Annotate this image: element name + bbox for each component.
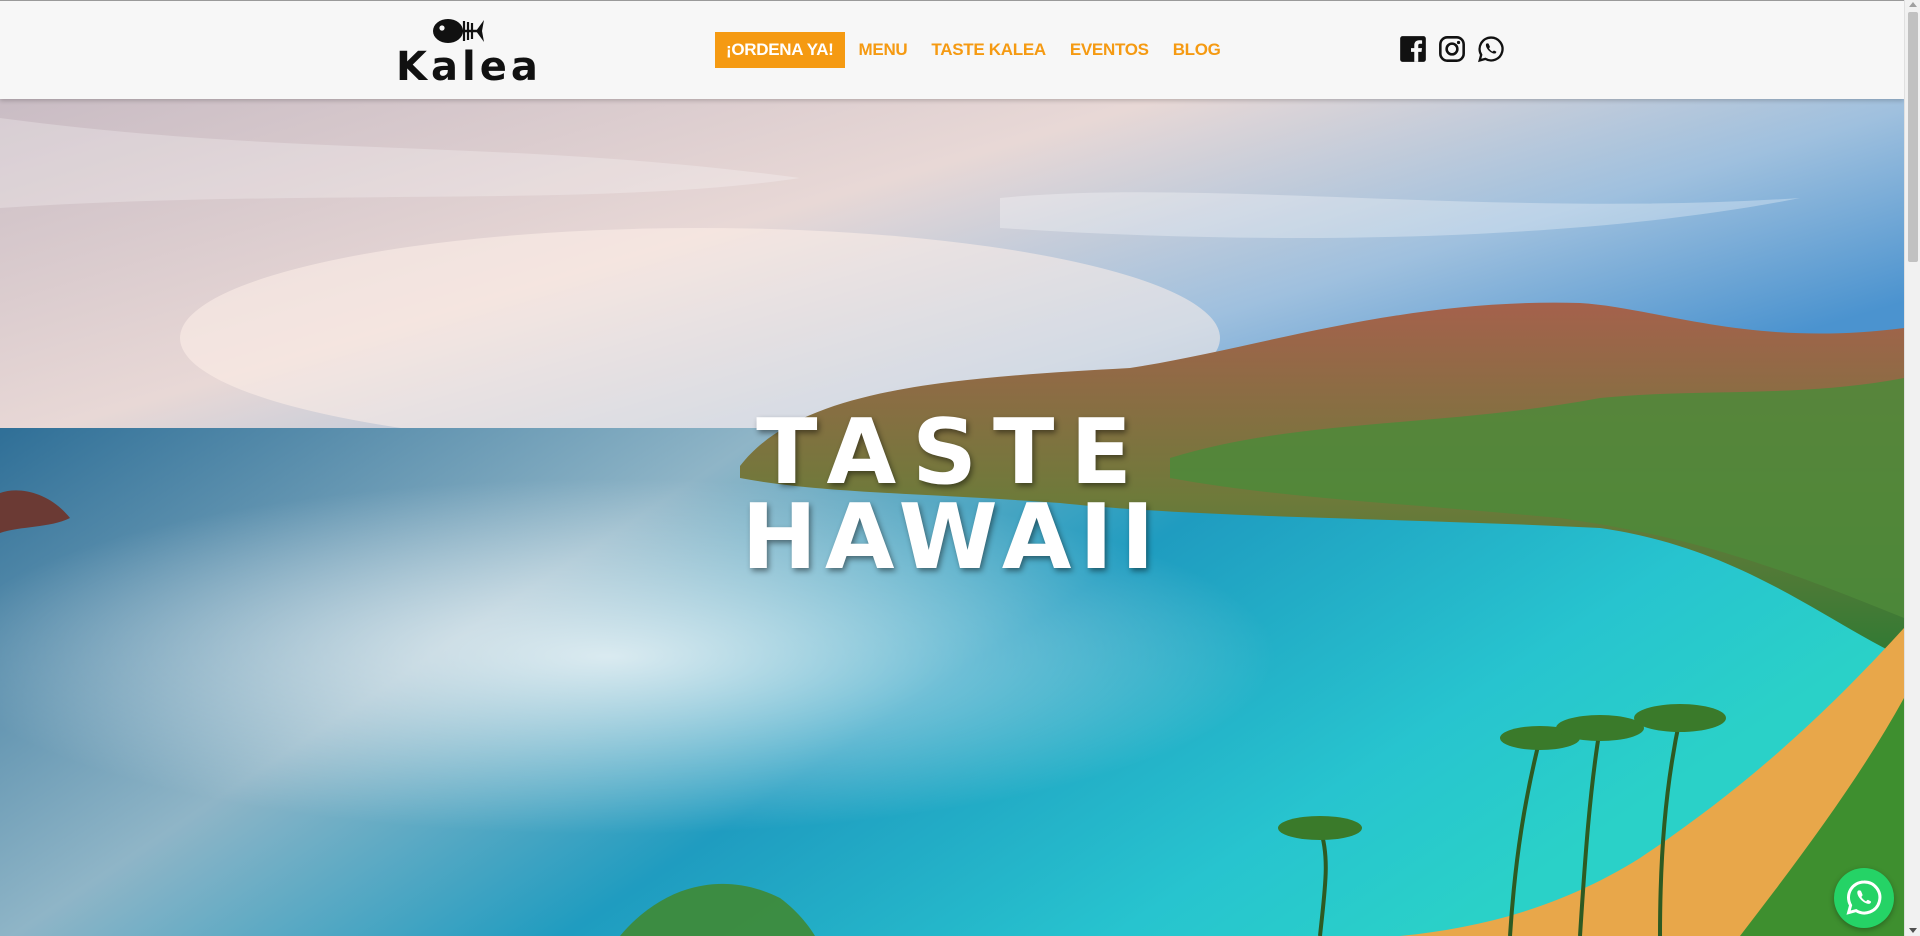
hero-banner: TASTE HAWAII [0, 98, 1904, 936]
whatsapp-icon [1846, 880, 1882, 915]
order-now-button[interactable]: ¡ORDENA YA! [715, 32, 845, 68]
kalea-logo[interactable]: Kalea [392, 15, 538, 89]
whatsapp-icon [1478, 36, 1504, 63]
page-scrollbar[interactable] [1904, 0, 1920, 936]
nav-item-menu[interactable]: MENU [859, 40, 908, 60]
nav-item-taste-kalea[interactable]: TASTE KALEA [931, 40, 1046, 60]
scroll-up-arrow-icon[interactable] [1909, 2, 1917, 7]
nav-item-blog[interactable]: BLOG [1173, 40, 1221, 60]
page-viewport: Kalea ¡ORDENA YA! MENU TASTE KALEA EVENT… [0, 0, 1904, 936]
nav-item-eventos[interactable]: EVENTOS [1070, 40, 1149, 60]
scrollbar-thumb[interactable] [1908, 12, 1918, 262]
facebook-icon [1400, 36, 1426, 62]
instagram-link[interactable] [1438, 35, 1466, 63]
scroll-down-arrow-icon[interactable] [1909, 928, 1917, 933]
facebook-link[interactable] [1399, 35, 1427, 63]
main-nav: ¡ORDENA YA! MENU TASTE KALEA EVENTOS BLO… [715, 32, 1231, 68]
floating-whatsapp-button[interactable] [1834, 868, 1894, 928]
social-links [1399, 35, 1516, 63]
whatsapp-link[interactable] [1477, 35, 1505, 63]
site-header: Kalea ¡ORDENA YA! MENU TASTE KALEA EVENT… [0, 0, 1904, 99]
logo-wordmark: Kalea [396, 44, 542, 90]
fish-skeleton-icon [433, 19, 484, 43]
instagram-icon [1439, 36, 1465, 62]
hero-title-line-2: HAWAII [741, 485, 1163, 590]
